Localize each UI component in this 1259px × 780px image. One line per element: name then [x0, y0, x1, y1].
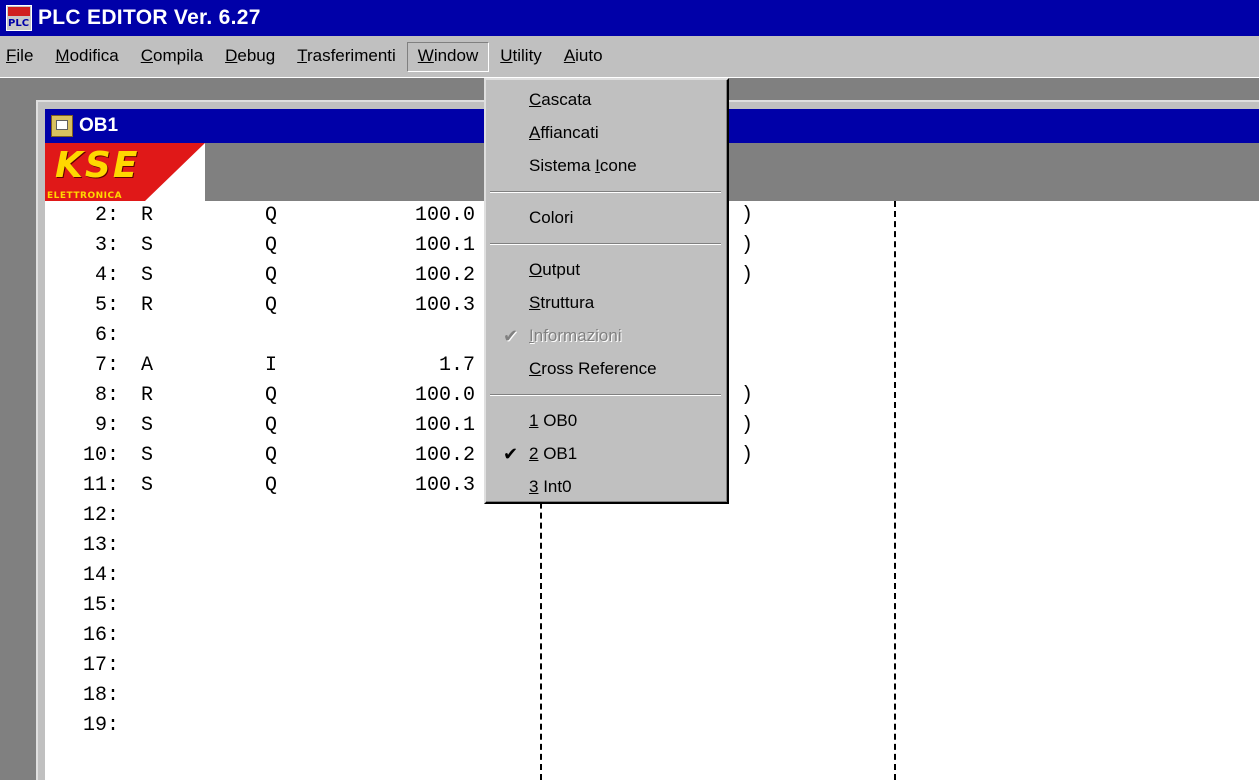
menu-modifica[interactable]: Modifica [44, 42, 129, 72]
menu-utility[interactable]: Utility [489, 42, 553, 72]
logo-text: KSE [55, 145, 140, 186]
line-op: S [141, 234, 154, 257]
menu-item-colori[interactable]: Colori [486, 202, 727, 234]
menu-item-1-ob0[interactable]: 1 OB0 [486, 405, 727, 437]
menu-aiuto[interactable]: Aiuto [553, 42, 614, 72]
window-title: PLC EDITOR Ver. 6.27 [38, 6, 261, 29]
line-op: S [141, 414, 154, 437]
code-line[interactable]: 13: [45, 531, 1259, 561]
line-type: Q [265, 294, 278, 317]
child-window-title: OB1 [79, 115, 119, 136]
line-op: R [141, 204, 154, 227]
line-addr: 100.0 [414, 204, 475, 227]
line-n: 2: [94, 204, 119, 227]
line-n: 8: [94, 384, 119, 407]
line-addr: 100.3 [414, 474, 475, 497]
line-addr: 100.2 [414, 264, 475, 287]
line-paren: ) [741, 384, 754, 407]
app-title-bar[interactable]: PLC PLC EDITOR Ver. 6.27 [0, 0, 1259, 36]
line-n: 11: [82, 474, 119, 497]
menu-item-cross-reference[interactable]: Cross Reference [486, 353, 727, 385]
line-type: Q [265, 384, 278, 407]
code-line[interactable]: 18: [45, 681, 1259, 711]
menu-bar: File Modifica Compila Debug Trasferimenti Win… [0, 36, 1259, 78]
line-n: 16: [82, 624, 119, 647]
menu-item-cascata[interactable]: Cascata [486, 84, 727, 116]
menu-window[interactable]: Window [406, 41, 490, 72]
line-n: 3: [94, 234, 119, 257]
menu-separator [490, 191, 721, 193]
line-paren: ) [741, 234, 754, 257]
line-type: Q [265, 414, 278, 437]
line-n: 10: [82, 444, 119, 467]
line-n: 5: [94, 294, 119, 317]
line-type: Q [265, 234, 278, 257]
menu-trasferimenti[interactable]: Trasferimenti [286, 42, 407, 72]
menu-item-struttura[interactable]: Struttura [486, 287, 727, 319]
line-op: S [141, 264, 154, 287]
logo-subtext: ELETTRONICA [47, 191, 123, 201]
menu-item-informazioni: ✔ Informazioni [486, 320, 727, 352]
plc-app-icon[interactable]: PLC [6, 5, 32, 31]
line-addr: 1.7 [438, 354, 475, 377]
line-type: I [265, 354, 278, 377]
menu-compila[interactable]: Compila [130, 42, 214, 72]
line-n: 18: [82, 684, 119, 707]
line-op: R [141, 384, 154, 407]
line-type: Q [265, 264, 278, 287]
line-op: S [141, 474, 154, 497]
code-line[interactable]: 16: [45, 621, 1259, 651]
menu-file[interactable]: File [0, 42, 44, 72]
line-op: S [141, 444, 154, 467]
line-n: 9: [94, 414, 119, 437]
code-line[interactable]: 19: [45, 711, 1259, 741]
kse-logo: KSE ELETTRONICA [45, 143, 205, 201]
line-paren: ) [741, 414, 754, 437]
line-type: Q [265, 204, 278, 227]
line-n: 7: [94, 354, 119, 377]
line-n: 17: [82, 654, 119, 677]
menu-item-3-int0[interactable]: 3 Int0 [486, 471, 727, 503]
line-addr: 100.1 [414, 414, 475, 437]
app-icon-label: PLC [8, 18, 30, 29]
line-n: 13: [82, 534, 119, 557]
line-type: Q [265, 474, 278, 497]
line-n: 15: [82, 594, 119, 617]
code-line[interactable]: 15: [45, 591, 1259, 621]
menu-debug[interactable]: Debug [214, 42, 286, 72]
line-addr: 100.1 [414, 234, 475, 257]
menu-item-affiancati[interactable]: Affiancati [486, 117, 727, 149]
line-n: 12: [82, 504, 119, 527]
code-line[interactable]: 12: [45, 501, 1259, 531]
menu-item-output[interactable]: Output [486, 254, 727, 286]
line-n: 4: [94, 264, 119, 287]
checkmark-icon: ✔ [503, 326, 519, 346]
line-op: R [141, 294, 154, 317]
line-addr: 100.0 [414, 384, 475, 407]
menu-separator [490, 243, 721, 245]
menu-separator [490, 394, 721, 396]
line-n: 19: [82, 714, 119, 737]
menu-item-sistema-icone[interactable]: Sistema Icone [486, 150, 727, 182]
code-line[interactable]: 14: [45, 561, 1259, 591]
line-type: Q [265, 444, 278, 467]
code-line[interactable]: 17: [45, 651, 1259, 681]
line-paren: ) [741, 444, 754, 467]
line-addr: 100.3 [414, 294, 475, 317]
window-menu-dropdown: Cascata Affiancati Sistema Icone Colori Outp… [484, 78, 729, 504]
line-addr: 100.2 [414, 444, 475, 467]
menu-item-2-ob1[interactable]: ✔ 2 OB1 [486, 438, 727, 470]
line-op: A [141, 354, 154, 377]
line-n: 6: [94, 324, 119, 347]
document-icon[interactable] [51, 115, 73, 137]
line-paren: ) [741, 204, 754, 227]
checkmark-icon: ✔ [503, 444, 519, 464]
line-n: 14: [82, 564, 119, 587]
line-paren: ) [741, 264, 754, 287]
